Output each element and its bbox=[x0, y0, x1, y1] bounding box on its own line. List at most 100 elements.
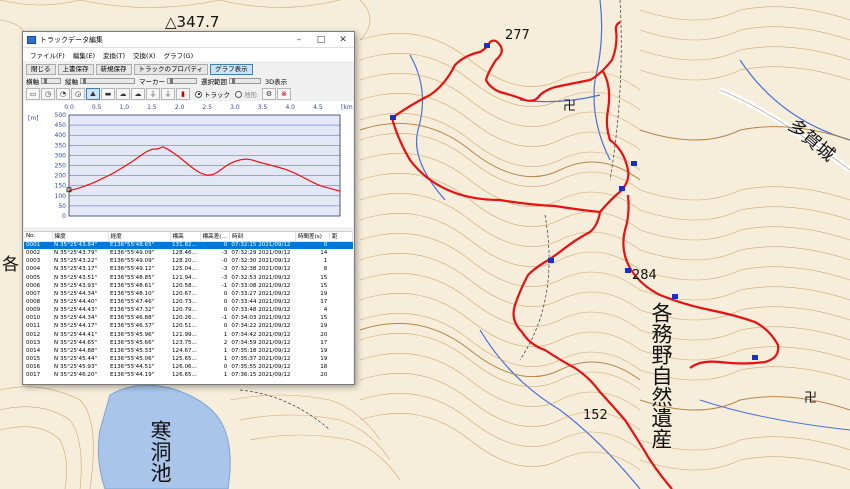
table-row[interactable]: 0013 N 35°25'44.65" E136°55'45.66" 123.75..… bbox=[24, 339, 353, 347]
cell-elev-diff: 0 bbox=[223, 364, 228, 371]
cloud2-icon[interactable]: ☁ bbox=[131, 88, 145, 100]
cell-elev-diff: 2 bbox=[223, 339, 228, 346]
col-distance[interactable]: 距 bbox=[329, 232, 353, 242]
mountain-icon[interactable]: ⛰ bbox=[86, 88, 100, 100]
overwrite-save-button[interactable]: 上書保存 bbox=[57, 63, 94, 75]
cell-longitude: E136°55'44.19" bbox=[110, 372, 155, 379]
col-elevation[interactable]: 標高 bbox=[170, 232, 201, 242]
cell-distance bbox=[329, 339, 352, 347]
cell-time-diff: 15 bbox=[320, 274, 328, 281]
map-peak-284: 284 bbox=[632, 268, 657, 283]
table-row[interactable]: 0017 N 35°25'46.20" E136°55'44.19" 126.65..… bbox=[24, 371, 353, 379]
map-edge-label: 各 bbox=[2, 255, 19, 275]
marker-pin-icon[interactable]: ⊗ bbox=[277, 88, 291, 100]
menu-file[interactable]: ファイル(F) bbox=[26, 50, 69, 60]
cloud-icon[interactable]: ☁ bbox=[116, 88, 130, 100]
cell-distance bbox=[329, 274, 352, 282]
table-row[interactable]: 0006 N 35°25'43.93" E136°55'48.61" 120.58..… bbox=[24, 282, 353, 290]
cell-distance bbox=[329, 322, 352, 330]
cell-elev-diff: -3 bbox=[221, 274, 228, 281]
close-editor-button[interactable]: 閉じる bbox=[26, 63, 56, 75]
track-radio[interactable]: トラック bbox=[195, 89, 230, 99]
cell-elev-diff: 1 bbox=[223, 356, 228, 363]
plug-icon[interactable]: ⏚ bbox=[146, 88, 160, 100]
menu-convert[interactable]: 変換(T) bbox=[99, 50, 129, 60]
minimize-button[interactable]: – bbox=[288, 32, 310, 48]
maximize-button[interactable]: □ bbox=[310, 32, 332, 48]
new-save-button[interactable]: 新規保存 bbox=[95, 63, 132, 75]
selection-slider[interactable] bbox=[229, 78, 261, 84]
col-longitude[interactable]: 経度 bbox=[108, 232, 171, 242]
table-row[interactable]: 0003 N 35°25'43.22" E136°55'49.09" 128.20..… bbox=[24, 257, 353, 265]
table-row[interactable]: 0015 N 35°25'45.44" E136°55'45.06" 125.65..… bbox=[24, 355, 353, 363]
col-time[interactable]: 時刻 bbox=[229, 232, 296, 242]
marker-slider[interactable] bbox=[167, 78, 197, 84]
cell-time-diff: 4 bbox=[323, 307, 328, 314]
x-tick-label: 3.5 bbox=[258, 104, 268, 111]
stopwatch-icon[interactable]: ◔ bbox=[56, 88, 70, 100]
col-latitude[interactable]: 緯度 bbox=[52, 232, 109, 242]
cell-time-diff: 15 bbox=[320, 282, 328, 289]
settings-icon[interactable]: ⚙ bbox=[262, 88, 276, 100]
track-point-table[interactable]: No. 緯度 経度 標高 標高差(... 時刻 時間差(s) 距 0001 N 3… bbox=[24, 231, 353, 384]
table-row[interactable]: 0007 N 35°25'44.34" E136°55'48.10" 120.67..… bbox=[24, 290, 353, 298]
cell-time-diff: 20 bbox=[320, 372, 328, 379]
table-row[interactable]: 0012 N 35°25'44.41" E136°55'45.96" 121.99..… bbox=[24, 331, 353, 339]
graph-display-button[interactable]: グラフ表示 bbox=[210, 63, 253, 75]
cell-distance bbox=[329, 282, 352, 290]
col-no[interactable]: No. bbox=[24, 232, 53, 242]
cell-time: 07:33:44 2021/09/12 bbox=[231, 299, 291, 306]
table-row[interactable]: 0011 N 35°25'44.17" E136°55'46.37" 120.51..… bbox=[24, 322, 353, 330]
cell-distance bbox=[329, 265, 352, 273]
graph-toolbar: ▭ ◷ ◔ ◶ ⛰ ▬ ☁ ☁ ⏚ ⏚ ▮ トラック 地形 ⚙ ⊗ bbox=[23, 87, 354, 101]
cell-latitude: N 35°25'45.93" bbox=[54, 364, 98, 371]
table-row[interactable]: 0001 N 35°25'43.84" E136°55'48.65" 131.82..… bbox=[24, 241, 353, 250]
cell-latitude: N 35°25'43.17" bbox=[54, 266, 98, 273]
thermometer-icon[interactable]: ▮ bbox=[176, 88, 190, 100]
cell-elevation: 120.51... bbox=[172, 323, 197, 330]
table-row[interactable]: 0010 N 35°25'44.34" E136°55'46.88" 120.26..… bbox=[24, 314, 353, 322]
col-time-diff[interactable]: 時間差(s) bbox=[295, 232, 330, 242]
table-row[interactable]: 0002 N 35°25'43.79" E136°55'49.09" 128.46..… bbox=[24, 249, 353, 257]
menu-exchange[interactable]: 交換(X) bbox=[129, 50, 160, 60]
elevation-graph[interactable]: 500 450 400 350 300 250 200 150 100 50 0 0.0 0.5 1.0 1… bbox=[24, 101, 355, 227]
vertical-axis-slider[interactable] bbox=[80, 78, 135, 84]
table-row[interactable]: 0014 N 35°25'44.88" E136°55'45.33" 124.67..… bbox=[24, 347, 353, 355]
cell-longitude: E136°55'49.09" bbox=[110, 258, 155, 265]
terrain-radio[interactable]: 地形 bbox=[235, 89, 257, 99]
map-region-label: 各務野自然遺産 bbox=[649, 302, 673, 449]
horizontal-axis-slider[interactable] bbox=[41, 78, 61, 84]
menu-bar: ファイル(F) 編集(E) 変換(T) 交換(X) グラフ(G) bbox=[23, 48, 354, 61]
table-row[interactable]: 0009 N 35°25'44.43" E136°55'47.32" 120.79..… bbox=[24, 306, 353, 314]
menu-graph[interactable]: グラフ(G) bbox=[160, 50, 198, 60]
cell-time: 07:32:53 2021/09/12 bbox=[231, 274, 291, 281]
cell-time-diff: 19 bbox=[320, 323, 328, 330]
track-radio-label: トラック bbox=[204, 91, 230, 99]
cell-elevation: 120.79... bbox=[172, 307, 197, 314]
cell-latitude: N 35°25'44.65" bbox=[54, 339, 98, 346]
table-row[interactable]: 0008 N 35°25'44.40" E136°55'47.46" 120.73..… bbox=[24, 298, 353, 306]
cell-latitude: N 35°25'44.17" bbox=[54, 323, 98, 330]
menu-edit[interactable]: 編集(E) bbox=[69, 50, 99, 60]
y-tick-label: 300 bbox=[55, 152, 67, 159]
table-row[interactable]: 0005 N 35°25'43.51" E136°55'48.85" 121.94..… bbox=[24, 274, 353, 282]
track-properties-button[interactable]: トラックのプロパティ bbox=[133, 63, 209, 75]
cell-no: 0001 bbox=[24, 241, 52, 250]
cell-time-diff: 15 bbox=[320, 315, 328, 322]
close-button[interactable]: ✕ bbox=[332, 32, 354, 48]
x-tick-label: 3.0 bbox=[230, 104, 240, 111]
3d-display-label[interactable]: 3D表示 bbox=[265, 76, 287, 86]
cell-elev-diff: -1 bbox=[221, 282, 228, 289]
table-row[interactable]: 0016 N 35°25'45.93" E136°55'44.51" 126.06..… bbox=[24, 363, 353, 371]
plug2-icon[interactable]: ⏚ bbox=[161, 88, 175, 100]
flat-icon[interactable]: ▬ bbox=[101, 88, 115, 100]
x-tick-label: 4.5 bbox=[313, 104, 323, 111]
clock-icon[interactable]: ◷ bbox=[41, 88, 55, 100]
title-bar[interactable]: トラックデータ編集 – □ ✕ bbox=[23, 32, 354, 48]
line-icon[interactable]: ▭ bbox=[26, 88, 40, 100]
x-tick-label: 2.5 bbox=[202, 104, 212, 111]
col-elev-diff[interactable]: 標高差(... bbox=[200, 232, 230, 242]
cell-latitude: N 35°25'44.41" bbox=[54, 331, 98, 338]
clock-alt-icon[interactable]: ◶ bbox=[71, 88, 85, 100]
table-row[interactable]: 0004 N 35°25'43.17" E136°55'49.12" 125.04..… bbox=[24, 265, 353, 273]
